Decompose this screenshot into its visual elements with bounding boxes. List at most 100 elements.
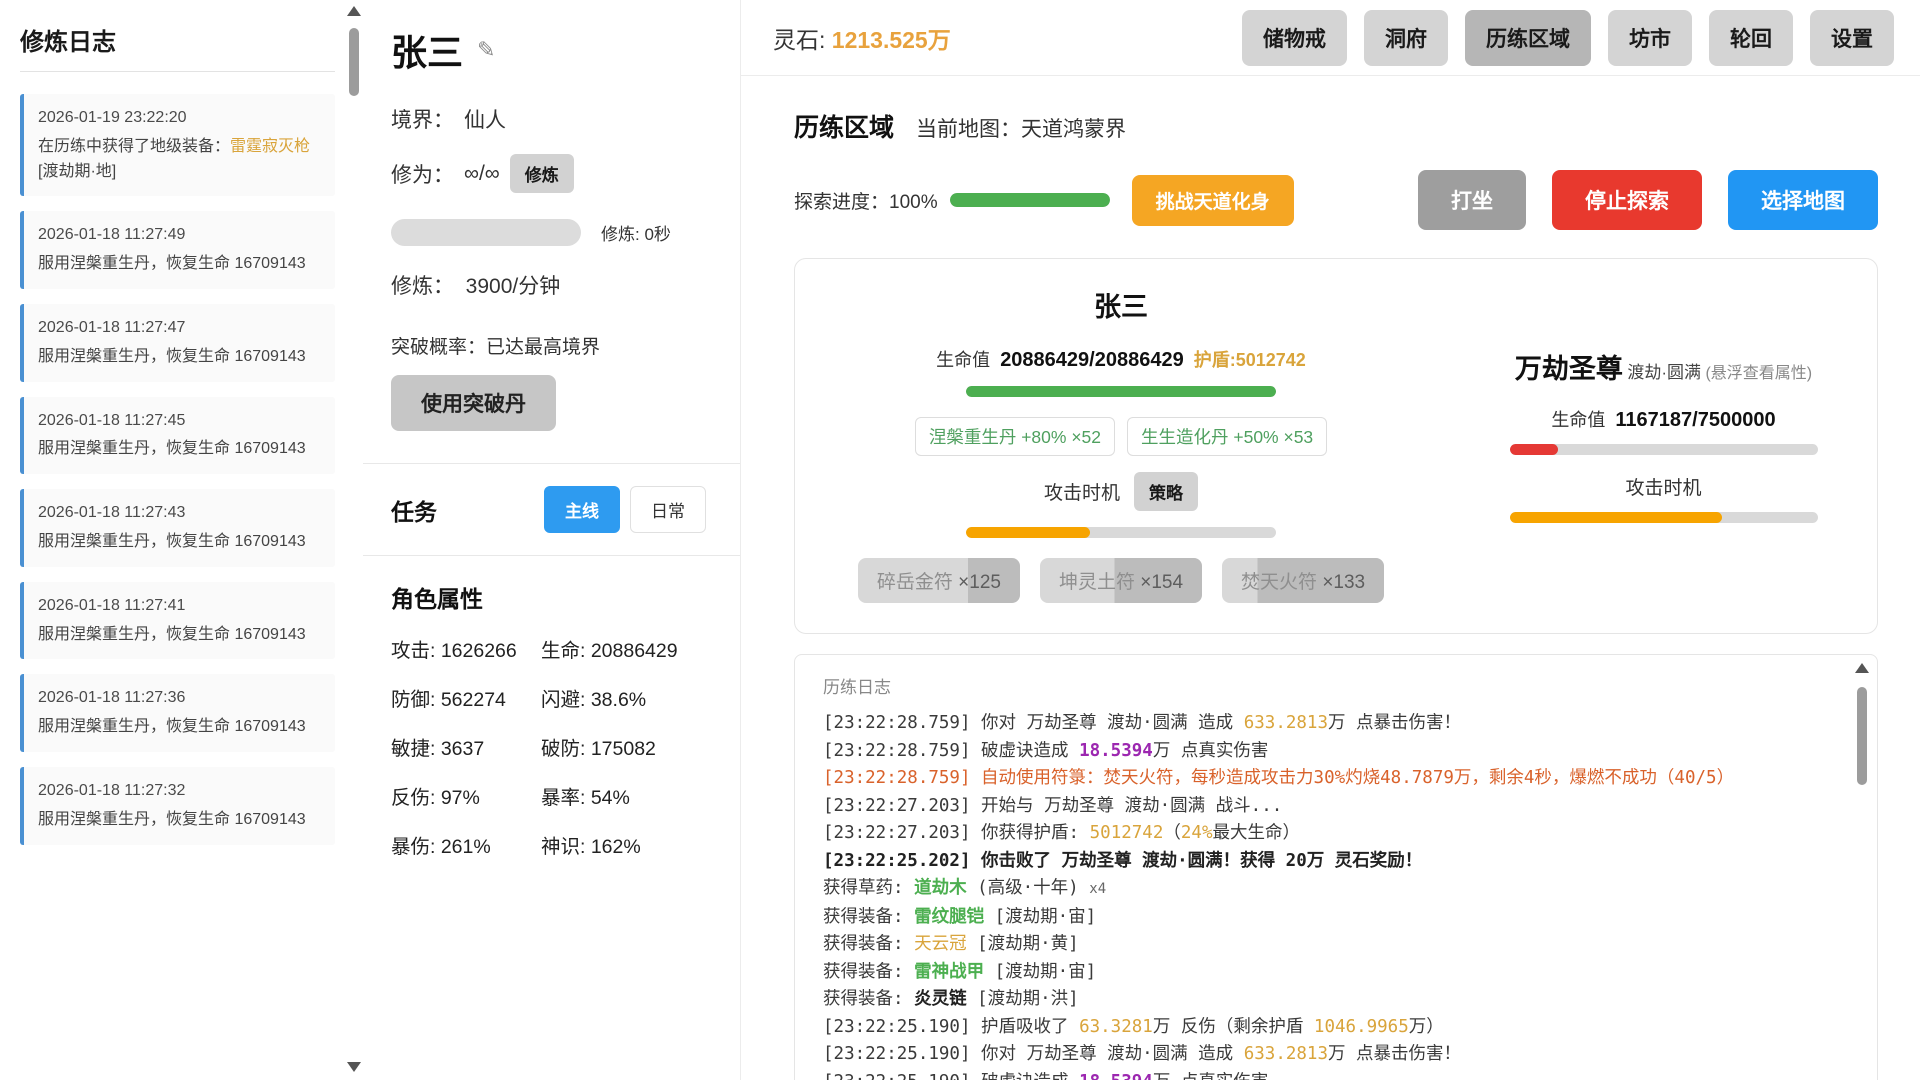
log-text-segment: 18.5394	[1079, 1072, 1153, 1080]
log-text-segment: [渡劫期·宙]	[984, 962, 1096, 982]
enemy-name: 万劫圣尊	[1515, 354, 1623, 384]
battle-log-line: 获得装备: 雷神战甲 [渡劫期·宙]	[823, 959, 1837, 987]
talisman-count: ×154	[1140, 572, 1183, 593]
log-text-segment: 炎灵链	[914, 989, 967, 1009]
enemy-attack-timing-label: 攻击时机	[1625, 473, 1701, 500]
log-text-segment: 获得装备:	[823, 962, 914, 982]
nav-button-trial-area[interactable]: 历练区域	[1465, 10, 1591, 66]
log-text-segment: [23:22:28.759] 自动使用符箓：焚天火符，每秒造成攻击力30%灼烧4…	[823, 768, 1734, 788]
battle-log-line: [23:22:28.759] 自动使用符箓：焚天火符，每秒造成攻击力30%灼烧4…	[823, 765, 1837, 793]
log-text-segment: [23:22:28.759] 破虚诀造成	[823, 741, 1079, 761]
stat-crit-rate: 暴率: 54%	[541, 781, 706, 810]
log-text-segment: [23:22:25.190] 护盾吸收了	[823, 1017, 1079, 1037]
log-text-segment: [渡劫期·黄]	[967, 934, 1079, 954]
battle-log-lines: [23:22:28.759] 你对 万劫圣尊 渡劫·圆满 造成 633.2813…	[823, 710, 1837, 1080]
strategy-button[interactable]: 策略	[1134, 472, 1198, 511]
stat-hp: 生命: 20886429	[541, 634, 706, 663]
cultivation-progress-bar	[391, 219, 581, 246]
realm-label: 境界：	[391, 104, 454, 134]
talisman-button-burning-fire[interactable]: 焚天火符 ×133	[1222, 558, 1384, 603]
stat-pierce: 破防: 175082	[541, 732, 706, 761]
app-root: 修炼日志 2026-01-19 23:22:20在历练中获得了地级装备：雷霆寂灭…	[0, 0, 1920, 1080]
log-scroll-up-icon[interactable]	[1855, 663, 1869, 673]
talisman-name: 坤灵土符	[1059, 572, 1140, 593]
sidebar-scrollbar-thumb[interactable]	[349, 28, 359, 96]
select-map-button[interactable]: 选择地图	[1728, 170, 1878, 230]
challenge-avatar-button[interactable]: 挑战天道化身	[1132, 175, 1294, 226]
stop-explore-button[interactable]: 停止探索	[1552, 170, 1702, 230]
sidebar-scrollbar[interactable]	[345, 0, 363, 1080]
log-entry-time: 2026-01-18 11:27:47	[38, 316, 321, 341]
log-text-segment: （	[1163, 823, 1181, 843]
log-text-segment: [渡劫期·宙]	[984, 907, 1096, 927]
battle-log-line: 获得装备: 雷纹腿铠 [渡劫期·宙]	[823, 904, 1837, 932]
talisman-count: ×133	[1322, 572, 1365, 593]
enemy-hp-value: 1167187/7500000	[1615, 409, 1775, 431]
battle-log-line: [23:22:27.203] 开始与 万劫圣尊 渡劫·圆满 战斗...	[823, 793, 1837, 821]
player-hp-row: 生命值 20886429/20886429 护盾:5012742	[936, 346, 1306, 372]
attributes-title: 角色属性	[391, 556, 706, 634]
breakthrough-value: 已达最高境界	[486, 337, 600, 358]
log-entry-time: 2026-01-18 11:27:36	[38, 686, 321, 711]
log-entry-time: 2026-01-18 11:27:32	[38, 779, 321, 804]
log-entry-time: 2026-01-18 11:27:43	[38, 501, 321, 526]
log-text-segment: 万 点暴击伤害！	[1328, 1044, 1461, 1064]
log-text-segment: 雷神战甲	[914, 962, 984, 982]
tab-main-quest[interactable]: 主线	[544, 486, 620, 533]
battle-log-line: [23:22:25.190] 护盾吸收了 63.3281万 反伤（剩余护盾 10…	[823, 1014, 1837, 1042]
nav-button-reincarnation[interactable]: 轮回	[1709, 10, 1793, 66]
edit-name-icon[interactable]: ✎	[477, 37, 495, 63]
battle-log-line: [23:22:27.203] 你获得护盾: 5012742（24%最大生命）	[823, 820, 1837, 848]
stat-agility: 敏捷: 3637	[391, 732, 541, 761]
log-entry-text: 服用涅槃重生丹，恢复生命 16709143	[38, 530, 321, 555]
log-text-segment: 24%	[1181, 823, 1213, 843]
battle-log-scrollbar-thumb[interactable]	[1857, 687, 1867, 785]
battle-log-title: 历练日志	[823, 673, 1837, 698]
nav-button-settings[interactable]: 设置	[1810, 10, 1894, 66]
log-text-segment: 最大生命）	[1213, 823, 1301, 843]
nav-button-cave-abode[interactable]: 洞府	[1364, 10, 1448, 66]
battle-log-scrollbar[interactable]	[1853, 655, 1869, 1080]
battle-log-line: [23:22:28.759] 破虚诀造成 18.5394万 点真实伤害	[823, 738, 1837, 766]
attributes-grid: 攻击: 1626266生命: 20886429防御: 562274闪避: 38.…	[391, 634, 706, 859]
scroll-up-icon[interactable]	[347, 6, 361, 16]
log-entry-text: 服用涅槃重生丹，恢复生命 16709143	[38, 437, 321, 462]
scroll-down-icon[interactable]	[347, 1062, 361, 1072]
enemy-hp-bar	[1510, 444, 1818, 455]
player-battle-column: 张三 生命值 20886429/20886429 护盾:5012742 涅槃重生…	[841, 285, 1401, 603]
cultivation-log-entry: 2026-01-18 11:27:45服用涅槃重生丹，恢复生命 16709143	[20, 397, 335, 475]
stat-spirit: 神识: 162%	[541, 830, 706, 859]
battle-card: 张三 生命值 20886429/20886429 护盾:5012742 涅槃重生…	[794, 258, 1878, 634]
player-name: 张三	[1094, 285, 1148, 324]
talisman-count: ×125	[958, 572, 1001, 593]
nav-button-storage-ring[interactable]: 储物戒	[1242, 10, 1347, 66]
stat-attack: 攻击: 1626266	[391, 634, 541, 663]
log-entry-segment: 服用涅槃重生丹，恢复生命 16709143	[38, 348, 306, 365]
spirit-stone-value: 1213.525万	[832, 27, 951, 53]
talisman-button-kunling-earth[interactable]: 坤灵土符 ×154	[1040, 558, 1202, 603]
player-attack-timing-bar	[966, 527, 1276, 538]
cultivation-value: ∞/∞	[464, 162, 500, 186]
log-entry-time: 2026-01-18 11:27:41	[38, 594, 321, 619]
use-breakthrough-pill-button[interactable]: 使用突破丹	[391, 375, 556, 431]
explore-progress-label: 探索进度：100%	[794, 187, 938, 214]
log-entry-text: 服用涅槃重生丹，恢复生命 16709143	[38, 808, 321, 833]
cultivate-button[interactable]: 修炼	[510, 154, 574, 193]
battle-log-card: 历练日志 [23:22:28.759] 你对 万劫圣尊 渡劫·圆满 造成 633…	[794, 654, 1878, 1080]
log-text-segment: 万 点真实伤害	[1153, 741, 1269, 761]
log-text-segment: 万 反伤（剩余护盾	[1153, 1017, 1314, 1037]
player-hp-bar	[966, 386, 1276, 397]
cultivation-log-entry: 2026-01-18 11:27:41服用涅槃重生丹，恢复生命 16709143	[20, 582, 335, 660]
player-shield-value: 护盾:5012742	[1194, 350, 1306, 370]
log-entry-time: 2026-01-18 11:27:49	[38, 223, 321, 248]
nav-button-market[interactable]: 坊市	[1608, 10, 1692, 66]
log-text-segment: [23:22:25.190] 破虚诀造成	[823, 1072, 1079, 1080]
enemy-hp-row: 生命值 1167187/7500000	[1551, 406, 1775, 432]
tab-daily-quest[interactable]: 日常	[630, 486, 706, 533]
enemy-rank: 渡劫·圆满	[1627, 363, 1701, 382]
cultivation-log-entry: 2026-01-18 11:27:36服用涅槃重生丹，恢复生命 16709143	[20, 674, 335, 752]
log-text-segment: [23:22:27.203] 你获得护盾:	[823, 823, 1090, 843]
cultivation-log-list: 2026-01-19 23:22:20在历练中获得了地级装备：雷霆寂灭枪 [渡劫…	[20, 94, 335, 845]
meditate-button[interactable]: 打坐	[1418, 170, 1526, 230]
talisman-button-shatter-gold[interactable]: 碎岳金符 ×125	[858, 558, 1020, 603]
